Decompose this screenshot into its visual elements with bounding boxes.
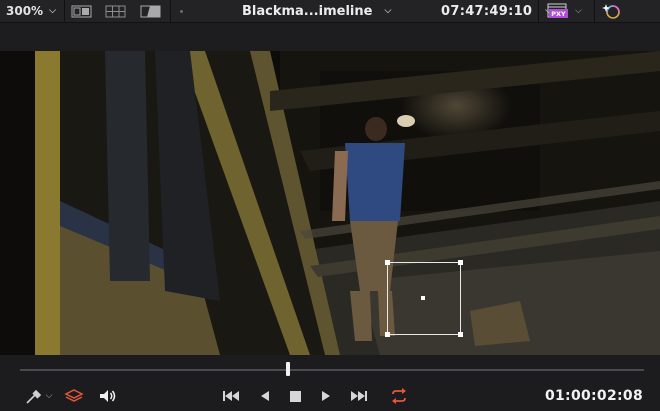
record-timecode: 01:00:02:08 bbox=[544, 388, 643, 404]
stop-icon bbox=[290, 391, 301, 402]
divider bbox=[538, 0, 539, 22]
color-picker-button[interactable]: ⌵ bbox=[20, 383, 56, 409]
divider bbox=[594, 0, 595, 22]
options-dot[interactable] bbox=[180, 0, 183, 22]
tracker-handle[interactable] bbox=[458, 260, 463, 265]
chevron-down-icon: ⌵ bbox=[45, 391, 53, 401]
wipe-icon bbox=[140, 5, 161, 18]
effects-button[interactable] bbox=[601, 0, 623, 22]
tracking-window[interactable] bbox=[385, 260, 463, 337]
step-back-button[interactable] bbox=[254, 383, 276, 409]
play-icon bbox=[322, 391, 330, 401]
layers-icon bbox=[64, 389, 84, 402]
playhead[interactable] bbox=[286, 362, 291, 376]
audio-button[interactable] bbox=[96, 383, 118, 409]
step-back-icon bbox=[261, 391, 269, 401]
stop-button[interactable] bbox=[284, 383, 306, 409]
timeline-selector[interactable]: Blackma...imeline ⌵ bbox=[242, 0, 391, 22]
video-frame bbox=[0, 51, 660, 355]
proxy-badge: PXY bbox=[551, 10, 566, 18]
divider bbox=[64, 0, 65, 22]
video-viewer[interactable] bbox=[0, 51, 660, 355]
layers-button[interactable] bbox=[63, 383, 85, 409]
viewer-toolbar: 300% ⌵ Blackma...imeline ⌵ 07:47:49:10 ⌵… bbox=[0, 0, 660, 23]
zoom-label: 300% bbox=[6, 4, 44, 18]
dual-view-icon bbox=[71, 5, 92, 18]
tracker-handle[interactable] bbox=[385, 260, 390, 265]
skip-to-end-icon bbox=[351, 391, 367, 401]
chevron-down-icon: ⌵ bbox=[384, 6, 392, 16]
skip-to-start-icon bbox=[223, 391, 239, 401]
skip-to-start-button[interactable] bbox=[219, 383, 243, 409]
chevron-down-icon: ⌵ bbox=[49, 6, 56, 16]
zoom-dropdown[interactable]: 300% ⌵ bbox=[6, 0, 56, 22]
proxy-icon: PXY bbox=[547, 3, 568, 18]
viewer-subbar bbox=[0, 23, 660, 51]
proxy-button[interactable]: PXY ⌵ bbox=[547, 0, 582, 22]
divider bbox=[170, 0, 171, 22]
dot-icon bbox=[180, 9, 183, 13]
speaker-icon bbox=[100, 390, 116, 402]
source-timecode[interactable]: 07:47:49:10 ⌵ bbox=[441, 0, 552, 22]
chevron-down-icon: ⌵ bbox=[575, 6, 582, 16]
tracker-center-handle[interactable] bbox=[421, 296, 425, 300]
timecode-display: 07:47:49:10 bbox=[441, 3, 533, 19]
loop-button[interactable] bbox=[387, 383, 411, 409]
grid-view-button[interactable] bbox=[105, 0, 127, 22]
color-picker-icon bbox=[26, 389, 41, 404]
timeline-title: Blackma...imeline bbox=[242, 3, 373, 19]
dual-view-button[interactable] bbox=[71, 0, 93, 22]
grid-icon bbox=[105, 5, 126, 18]
skip-to-end-button[interactable] bbox=[347, 383, 371, 409]
play-button[interactable] bbox=[315, 383, 337, 409]
wipe-button[interactable] bbox=[140, 0, 162, 22]
loop-icon bbox=[392, 388, 406, 404]
tracker-handle[interactable] bbox=[458, 332, 463, 337]
fx-icon bbox=[602, 4, 620, 19]
scrubber-track[interactable] bbox=[20, 369, 644, 371]
tracker-handle[interactable] bbox=[385, 332, 390, 337]
transport-controls: ⌵ 01:00:02:08 bbox=[0, 355, 660, 411]
